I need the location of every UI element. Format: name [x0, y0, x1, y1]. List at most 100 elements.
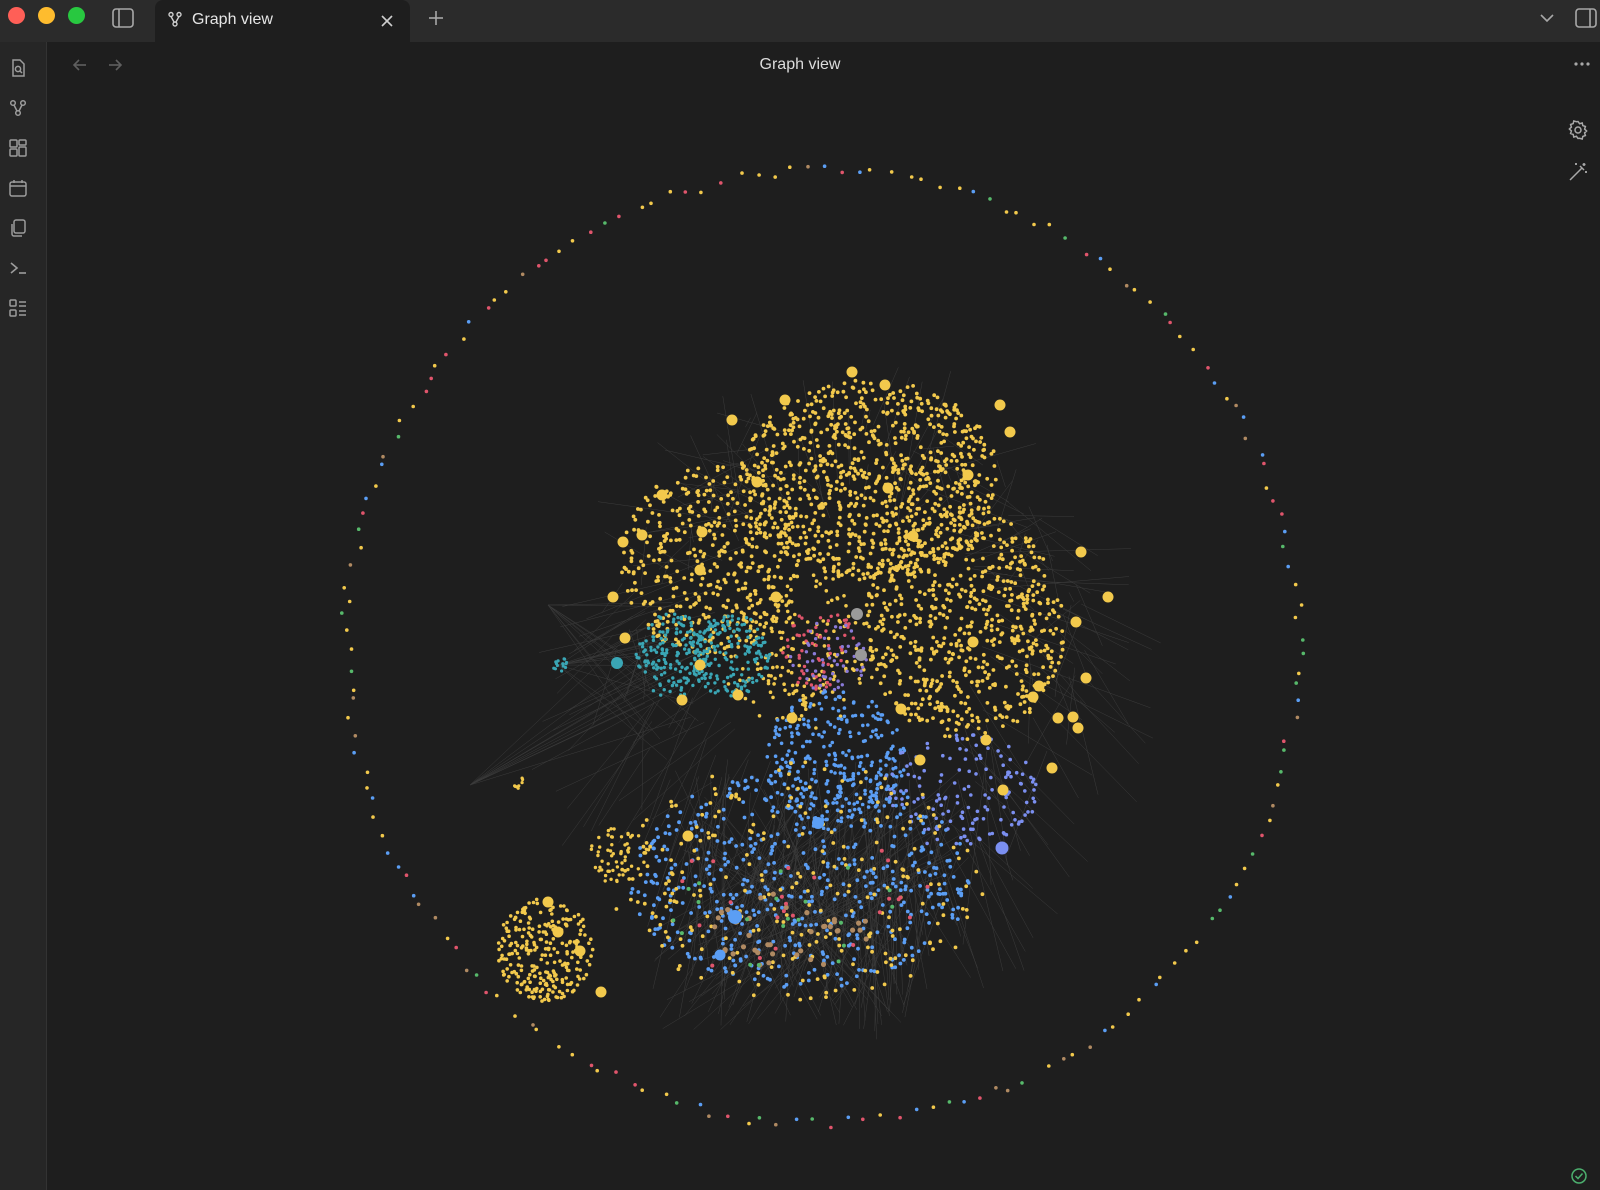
graph-node: [875, 513, 879, 518]
canvas-grid-icon[interactable]: [6, 136, 30, 160]
graph-node: [904, 529, 909, 534]
copy-files-icon[interactable]: [6, 216, 30, 240]
graph-node: [828, 449, 833, 454]
graph-node: [855, 643, 859, 648]
graph-node: [773, 754, 778, 758]
graph-node: [736, 641, 740, 646]
graph-node: [928, 481, 933, 485]
graph-node: [763, 483, 768, 488]
graph-node: [909, 399, 914, 404]
graph-node: [780, 630, 785, 635]
graph-node: [669, 558, 674, 563]
graph-node: [837, 731, 841, 736]
graph-node: [760, 564, 764, 569]
graph-node: [921, 847, 926, 852]
graph-node: [727, 639, 731, 644]
graph-node: [603, 873, 608, 878]
window-zoom-button[interactable]: [68, 7, 85, 24]
graph-node: [658, 596, 663, 601]
graph-node: [957, 768, 962, 772]
graph-node: [951, 907, 956, 912]
graph-node: [991, 544, 996, 548]
graph-node: [817, 673, 821, 677]
graph-node: [666, 887, 671, 891]
graph-node: [404, 873, 409, 877]
graph-node: [565, 952, 569, 956]
sync-check-icon[interactable]: [1568, 1165, 1590, 1187]
graph-node: [870, 602, 875, 607]
graph-node: [687, 955, 691, 959]
terminal-icon[interactable]: [6, 256, 30, 280]
more-horizontal-icon[interactable]: [1570, 54, 1594, 74]
graph-icon[interactable]: [6, 96, 30, 120]
graph-node: [852, 988, 857, 992]
graph-node: [965, 540, 970, 545]
graph-node: [891, 466, 895, 470]
gear-icon[interactable]: [1566, 118, 1590, 142]
graph-node: [685, 630, 690, 634]
graph-node: [624, 530, 629, 535]
close-icon[interactable]: [377, 11, 397, 31]
graph-node: [929, 681, 934, 686]
graph-node: [668, 663, 673, 667]
graph-node: [852, 858, 857, 862]
graph-node: [543, 953, 548, 957]
right-sidebar-toggle-icon[interactable]: [1572, 6, 1600, 30]
graph-node: [649, 645, 653, 650]
calendar-icon[interactable]: [6, 176, 30, 200]
graph-node: [663, 930, 668, 934]
graph-node: [678, 630, 683, 634]
graph-node: [884, 443, 889, 447]
graph-node: [721, 618, 725, 622]
graph-node: [773, 728, 778, 733]
graph-node: [763, 531, 767, 536]
graph-node: [854, 792, 859, 797]
graph-node: [891, 391, 896, 395]
graph-canvas[interactable]: [47, 42, 1600, 1190]
graph-edge: [750, 865, 891, 1012]
graph-node: [949, 521, 953, 525]
graph-node: [735, 667, 739, 671]
graph-node: [696, 514, 701, 518]
graph-node: [903, 404, 908, 409]
graph-node: [811, 546, 816, 551]
graph-node: [693, 820, 698, 824]
graph-node: [505, 979, 510, 983]
graph-node: [674, 828, 679, 832]
graph-node: [655, 881, 660, 886]
tab-graph-view[interactable]: Graph view: [155, 0, 410, 42]
graph-node: [797, 462, 802, 467]
graph-node: [1051, 632, 1056, 636]
wand-icon[interactable]: [1566, 160, 1590, 184]
graph-node: [884, 754, 889, 759]
graph-node: [776, 541, 781, 546]
chevron-down-icon[interactable]: [1536, 8, 1558, 28]
left-sidebar-toggle-icon[interactable]: [110, 6, 136, 30]
graph-node: [795, 726, 799, 731]
graph-node: [538, 981, 543, 985]
graph-edge: [560, 591, 698, 628]
graph-node: [560, 669, 564, 673]
window-minimize-button[interactable]: [38, 7, 55, 24]
graph-node: [862, 918, 869, 924]
graph-node: [1032, 222, 1036, 227]
graph-node: [754, 545, 759, 549]
graph-node: [1158, 975, 1162, 980]
graph-node: [907, 530, 919, 542]
graph-node: [875, 571, 880, 576]
graph-node: [870, 545, 875, 550]
graph-node: [830, 740, 835, 745]
graph-node: [497, 947, 501, 952]
graph-node: [948, 598, 953, 603]
graph-node: [1024, 663, 1029, 668]
graph-node: [772, 682, 776, 686]
new-tab-plus-icon[interactable]: [424, 6, 448, 30]
graph-node: [751, 680, 755, 684]
graph-node: [880, 501, 885, 506]
list-icon[interactable]: [6, 296, 30, 320]
graph-node: [735, 950, 740, 955]
window-close-button[interactable]: [8, 7, 25, 24]
graph-node: [787, 772, 791, 776]
graph-node: [869, 789, 873, 794]
graph-node: [1018, 568, 1022, 572]
